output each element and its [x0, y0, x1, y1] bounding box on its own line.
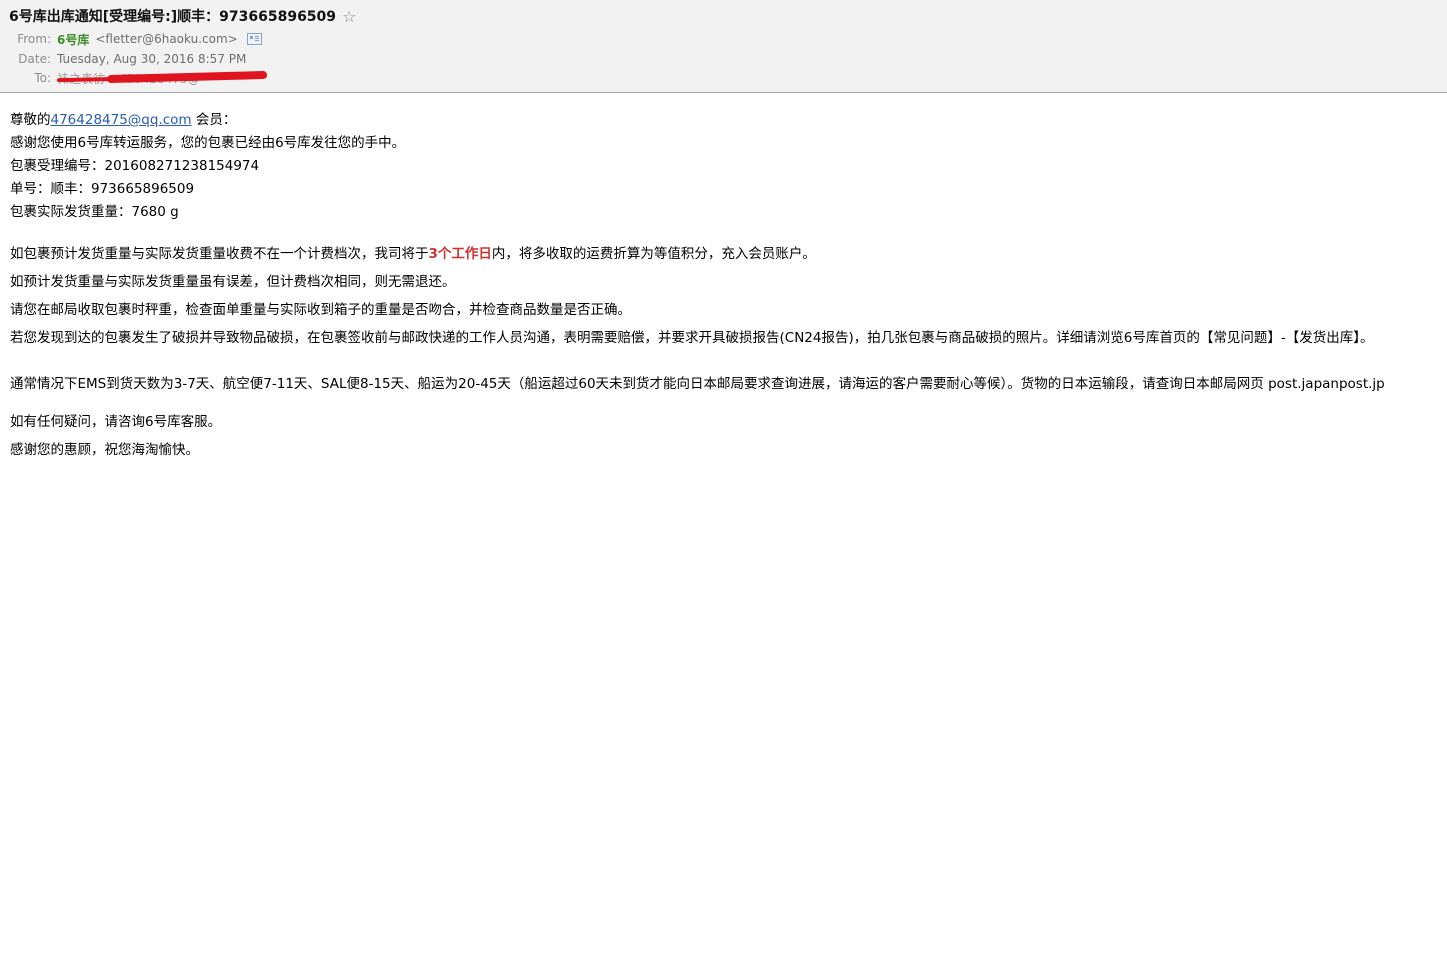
member-email-link[interactable]: 476428475@qq.com	[51, 112, 192, 128]
accept-number-line: 包裹受理编号：201608271238154974	[10, 158, 260, 174]
date-row: Date: Tuesday, Aug 30, 2016 8:57 PM	[0, 50, 246, 68]
refund-text-a: 如包裹预计发货重量与实际发货重量收费不在一个计费档次，我司将于	[10, 246, 429, 262]
contact-card-icon[interactable]	[246, 33, 262, 45]
greeting-prefix: 尊敬的	[10, 112, 51, 128]
weigh-check-paragraph: 请您在邮局收取包裹时秤重，检查面单重量与实际收到箱子的重量是否吻合，并检查商品数…	[10, 302, 631, 318]
message-header: 6号库出库通知[受理编号:]顺丰：973665896509 ☆ From: 6号…	[0, 0, 1447, 93]
from-row: From: 6号库 <fletter@6haoku.com>	[0, 30, 262, 48]
sender-name[interactable]: 6号库	[57, 31, 89, 48]
greeting-suffix: 会员：	[191, 112, 237, 128]
closing-paragraph: 感谢您的惠顾，祝您海淘愉快。	[10, 442, 199, 458]
refund-text-b: 内，将多收取的运费折算为等值积分，充入会员账户。	[491, 246, 816, 262]
to-row: To: 祎之表彷 <476428475@	[0, 69, 268, 87]
shipping-time-paragraph: 通常情况下EMS到货天数为3-7天、航空便7-11天、SAL便8-15天、船运为…	[10, 376, 1385, 392]
refund-paragraph: 如包裹预计发货重量与实际发货重量收费不在一个计费档次，我司将于3个工作日内，将多…	[10, 240, 1447, 268]
recipient[interactable]: 祎之表彷 <476428475@	[56, 70, 268, 87]
contact-support-paragraph: 如有任何疑问，请咨询6号库客服。	[10, 414, 222, 430]
message-subject: 6号库出库通知[受理编号:]顺丰：973665896509	[9, 9, 337, 25]
date-value: Tuesday, Aug 30, 2016 8:57 PM	[57, 52, 247, 66]
from-label: From:	[17, 32, 51, 46]
sender-email[interactable]: <fletter@6haoku.com>	[95, 32, 237, 46]
to-label: To:	[34, 71, 51, 85]
date-label: Date:	[18, 52, 51, 66]
weight-line: 包裹实际发货重量：7680 g	[10, 204, 179, 220]
subject-row: 6号库出库通知[受理编号:]顺丰：973665896509 ☆	[9, 5, 356, 27]
greeting-line: 尊敬的476428475@qq.com 会员：	[10, 109, 1447, 132]
message-body: 尊敬的476428475@qq.com 会员： 感谢您使用6号库转运服务，您的包…	[10, 109, 1447, 464]
refund-highlight: 3个工作日	[428, 246, 492, 262]
no-refund-paragraph: 如预计发货重量与实际发货重量虽有误差，但计费档次相同，则无需退还。	[10, 274, 456, 290]
damage-paragraph: 若您发现到达的包裹发生了破损并导致物品破损，在包裹签收前与邮政快递的工作人员沟通…	[10, 330, 1374, 346]
thanks-line: 感谢您使用6号库转运服务，您的包裹已经由6号库发往您的手中。	[10, 135, 406, 151]
star-icon[interactable]: ☆	[342, 7, 356, 26]
tracking-number-line: 单号：顺丰：973665896509	[10, 181, 195, 197]
